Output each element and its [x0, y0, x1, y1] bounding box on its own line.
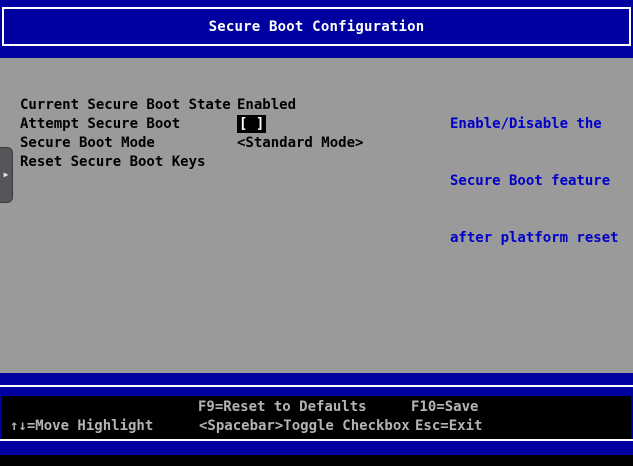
option-row-secure-boot-mode[interactable]: Secure Boot Mode <Standard Mode>: [20, 134, 363, 153]
help-line: after platform reset: [450, 229, 625, 248]
help-line: Secure Boot feature: [450, 172, 625, 191]
hotkey-f9-reset-defaults: F9=Reset to Defaults: [198, 398, 367, 417]
main-panel: Current Secure Boot State Enabled Attemp…: [0, 58, 633, 373]
secure-boot-checkbox[interactable]: [ ]: [237, 115, 266, 133]
option-row-current-secure-boot-state: Current Secure Boot State Enabled: [20, 96, 363, 115]
side-panel-handle[interactable]: ▶: [0, 147, 13, 203]
hotkey-bar: F9=Reset to Defaults F10=Save ↑↓=Move Hi…: [2, 396, 631, 439]
option-label: Reset Secure Boot Keys: [20, 153, 237, 172]
option-label: Attempt Secure Boot: [20, 115, 237, 134]
title-bar: Secure Boot Configuration: [2, 7, 631, 46]
hotkey-esc-exit: Esc=Exit: [415, 417, 482, 436]
option-row-attempt-secure-boot[interactable]: Attempt Secure Boot [ ]: [20, 115, 363, 134]
option-value: Enabled: [237, 96, 296, 115]
secure-boot-mode-select[interactable]: <Standard Mode>: [237, 134, 363, 153]
option-label: Secure Boot Mode: [20, 134, 237, 153]
hotkey-move-highlight: ↑↓=Move Highlight: [10, 417, 153, 436]
page-title: Secure Boot Configuration: [209, 19, 425, 35]
options-list: Current Secure Boot State Enabled Attemp…: [20, 96, 363, 172]
divider: [0, 439, 633, 441]
bios-secure-boot-screen: Secure Boot Configuration Current Secure…: [0, 0, 633, 466]
option-label: Current Secure Boot State: [20, 96, 237, 115]
hotkey-f10-save: F10=Save: [411, 398, 478, 417]
help-panel: Enable/Disable the Secure Boot feature a…: [450, 77, 625, 286]
bottom-margin: [0, 455, 633, 466]
divider: [0, 385, 633, 387]
hotkey-spacebar-toggle: <Spacebar>Toggle Checkbox: [199, 417, 410, 436]
option-row-reset-secure-boot-keys[interactable]: Reset Secure Boot Keys: [20, 153, 363, 172]
help-line: Enable/Disable the: [450, 115, 625, 134]
arrow-right-icon: ▶: [4, 171, 9, 179]
